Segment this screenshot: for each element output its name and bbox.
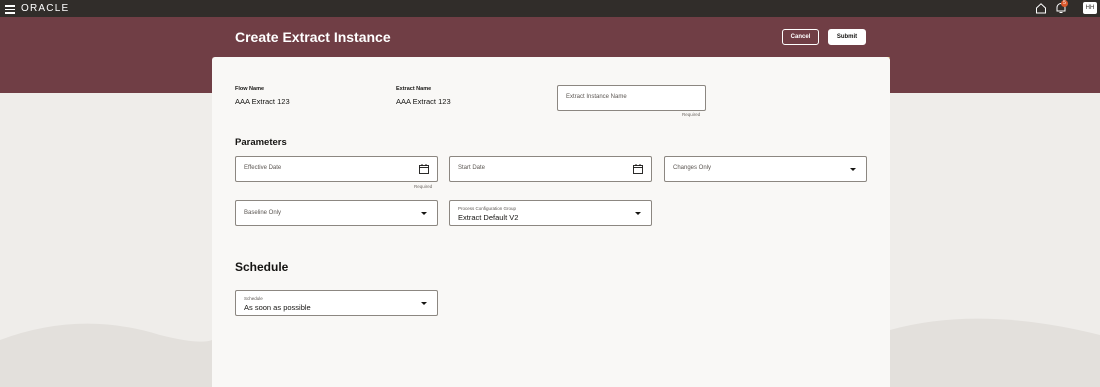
effective-date-required-hint: Required bbox=[414, 184, 433, 189]
extract-name-value: AAA Extract 123 bbox=[396, 97, 451, 106]
changes-only-select[interactable]: Changes Only bbox=[664, 156, 867, 182]
baseline-only-placeholder: Baseline Only bbox=[244, 210, 282, 216]
menu-icon[interactable] bbox=[5, 3, 15, 14]
page-title: Create Extract Instance bbox=[235, 29, 391, 45]
chevron-down-icon bbox=[635, 212, 641, 215]
schedule-select[interactable]: Schedule As soon as possible bbox=[235, 290, 438, 316]
baseline-only-select[interactable]: Baseline Only bbox=[235, 200, 438, 226]
user-avatar[interactable]: HH bbox=[1083, 2, 1097, 14]
flow-name-label: Flow Name bbox=[235, 86, 265, 92]
notification-count-badge: 5 bbox=[1061, 0, 1068, 7]
process-configuration-group-value: Extract Default V2 bbox=[458, 213, 519, 222]
start-date-placeholder: Start Date bbox=[458, 165, 486, 171]
parameters-heading: Parameters bbox=[235, 137, 287, 148]
flow-name-value: AAA Extract 123 bbox=[235, 97, 290, 106]
extract-instance-name-placeholder: Extract Instance Name bbox=[566, 94, 627, 100]
oracle-logo[interactable]: ORACLE bbox=[21, 3, 69, 14]
schedule-value: As soon as possible bbox=[244, 303, 311, 312]
extract-instance-name-input[interactable]: Extract Instance Name bbox=[557, 85, 706, 111]
changes-only-placeholder: Changes Only bbox=[673, 165, 712, 171]
cancel-button[interactable]: Cancel bbox=[782, 29, 819, 45]
chevron-down-icon bbox=[421, 302, 427, 305]
home-icon[interactable] bbox=[1035, 2, 1047, 14]
submit-button[interactable]: Submit bbox=[828, 29, 866, 45]
effective-date-placeholder: Effective Date bbox=[244, 165, 282, 171]
process-configuration-group-select[interactable]: Process Configuration Group Extract Defa… bbox=[449, 200, 652, 226]
chevron-down-icon bbox=[850, 168, 856, 171]
calendar-icon[interactable] bbox=[419, 164, 429, 174]
form-card: Flow Name AAA Extract 123 Extract Name A… bbox=[212, 57, 890, 387]
calendar-icon[interactable] bbox=[633, 164, 643, 174]
process-configuration-group-label: Process Configuration Group bbox=[458, 206, 517, 211]
global-header: ORACLE 5 HH bbox=[0, 0, 1100, 17]
extract-name-label: Extract Name bbox=[396, 86, 432, 92]
effective-date-input[interactable]: Effective Date bbox=[235, 156, 438, 182]
chevron-down-icon bbox=[421, 212, 427, 215]
start-date-input[interactable]: Start Date bbox=[449, 156, 652, 182]
instance-name-required-hint: Required bbox=[682, 112, 701, 117]
schedule-label: Schedule bbox=[244, 296, 263, 301]
schedule-heading: Schedule bbox=[235, 260, 289, 274]
